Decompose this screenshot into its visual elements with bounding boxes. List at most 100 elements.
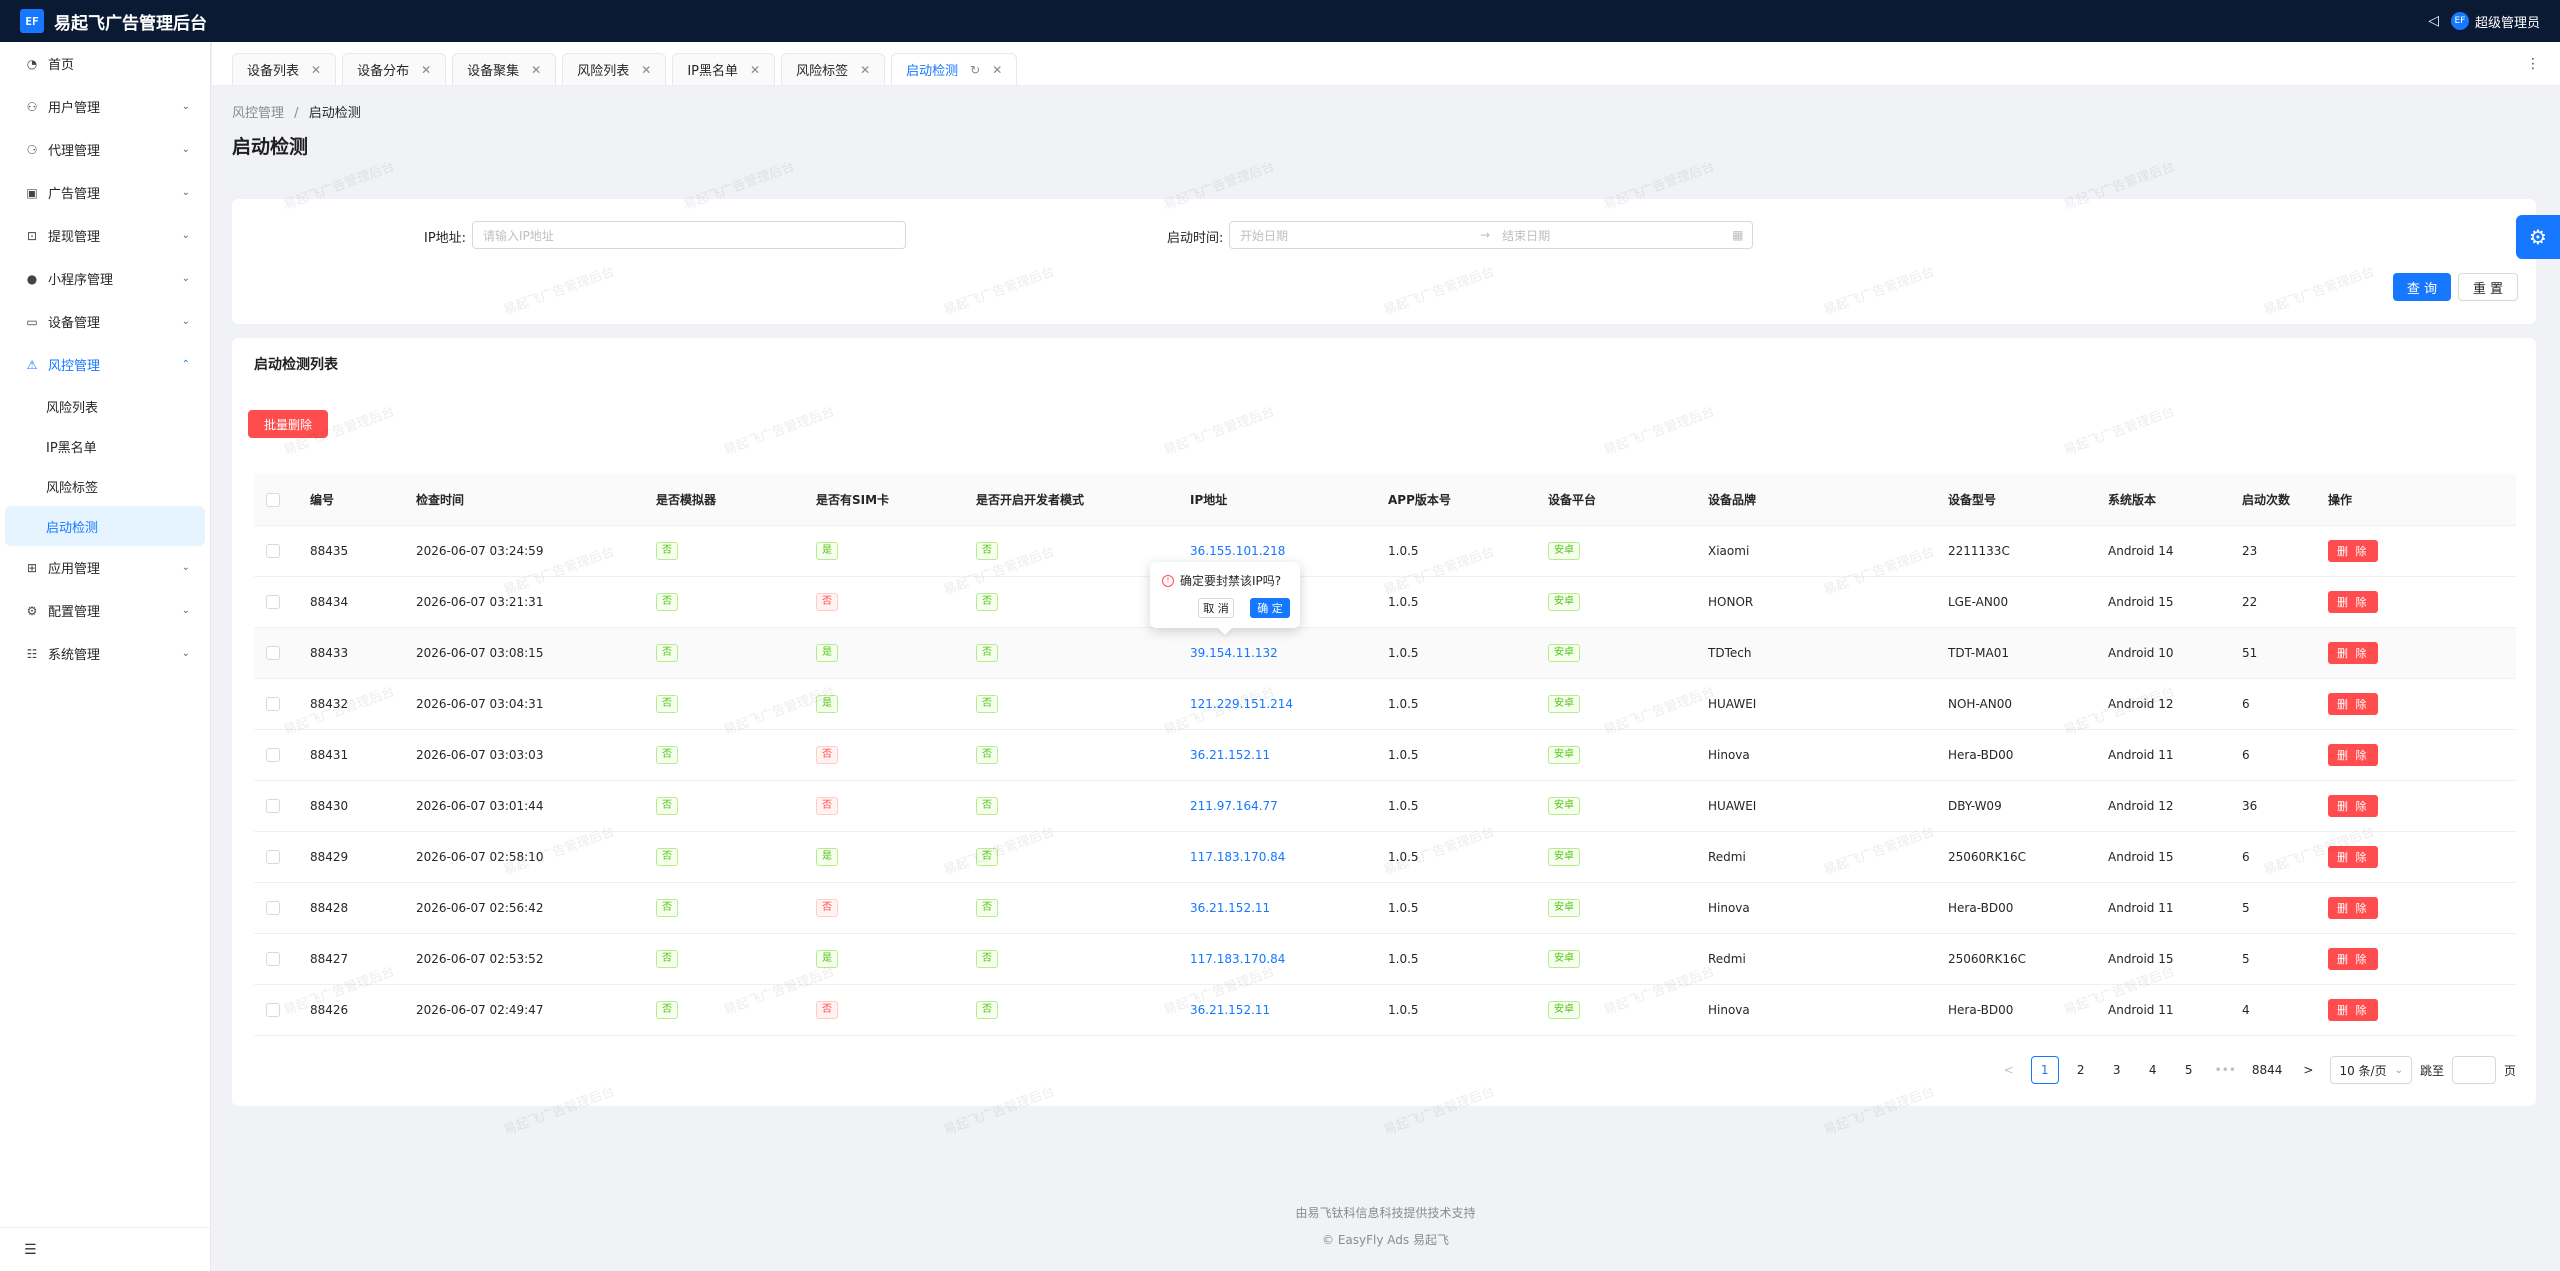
select-all-checkbox[interactable] (254, 474, 298, 526)
tab-risk-list[interactable]: 风险列表 ✕ (562, 53, 667, 85)
sidebar-item-miniapp[interactable]: ● 小程序管理 ⌄ (0, 257, 210, 300)
end-date-input[interactable]: 结束日期 (1502, 227, 1732, 244)
sidebar-item-system[interactable]: ☷ 系统管理 ⌄ (0, 632, 210, 675)
settings-float-icon[interactable]: ⚙ (2516, 215, 2560, 259)
row-checkbox[interactable] (254, 576, 298, 628)
close-icon[interactable]: ✕ (750, 63, 760, 77)
delete-button[interactable]: 删 除 (2328, 998, 2378, 1021)
ip-link[interactable]: 36.21.152.11 (1190, 1003, 1270, 1017)
row-checkbox[interactable] (254, 882, 298, 934)
close-icon[interactable]: ✕ (421, 63, 431, 77)
ip-input[interactable]: 请输入IP地址 (472, 221, 906, 249)
cell-action: 删 除 (2316, 627, 2516, 679)
page-1[interactable]: 1 (2030, 1056, 2059, 1084)
sidebar-item-risk[interactable]: ⚠ 风控管理 ⌃ (0, 343, 210, 386)
cell-brand: Hinova (1696, 729, 1936, 781)
row-checkbox[interactable] (254, 984, 298, 1036)
more-icon[interactable]: ⋮ (2526, 56, 2540, 72)
ip-link[interactable]: 36.21.152.11 (1190, 901, 1270, 915)
row-checkbox[interactable] (254, 729, 298, 781)
prev-page-button[interactable]: < (1995, 1056, 2023, 1084)
delete-button[interactable]: 删 除 (2328, 539, 2378, 562)
tab-risk-tags[interactable]: 风险标签 ✕ (781, 53, 886, 85)
sidebar-sub-launch-check[interactable]: 启动检测 (5, 506, 205, 546)
close-icon[interactable]: ✕ (311, 63, 321, 77)
notification-icon[interactable]: ◁ (2428, 13, 2439, 29)
page-4[interactable]: 4 (2139, 1056, 2167, 1084)
row-checkbox[interactable] (254, 525, 298, 577)
breadcrumb-parent[interactable]: 风控管理 (232, 106, 284, 121)
delete-button[interactable]: 删 除 (2328, 845, 2378, 868)
sidebar-item-apps[interactable]: ⊞ 应用管理 ⌄ (0, 546, 210, 589)
ip-link[interactable]: 36.155.101.218 (1190, 544, 1285, 558)
date-range-picker[interactable]: 开始日期 → 结束日期 ▦ (1229, 221, 1753, 249)
tab-device-cluster[interactable]: 设备聚集 ✕ (452, 53, 557, 85)
cell-action: 删 除 (2316, 882, 2516, 934)
close-icon[interactable]: ✕ (992, 63, 1002, 77)
row-checkbox[interactable] (254, 627, 298, 679)
delete-button[interactable]: 删 除 (2328, 896, 2378, 919)
tab-label: 设备列表 (247, 64, 300, 79)
cell-emulator: 否 (644, 831, 804, 883)
start-date-input[interactable]: 开始日期 (1240, 227, 1480, 244)
sidebar-item-devices[interactable]: ▭ 设备管理 ⌄ (0, 300, 210, 343)
platform-tag: 安卓 (1548, 592, 1580, 611)
delete-button[interactable]: 删 除 (2328, 743, 2378, 766)
jump-input[interactable] (2451, 1056, 2496, 1084)
column-header: 设备平台 (1536, 474, 1696, 526)
sidebar-item-config[interactable]: ⚙ 配置管理 ⌄ (0, 589, 210, 632)
cell-time: 2026-06-07 03:08:15 (404, 627, 644, 679)
delete-button[interactable]: 删 除 (2328, 590, 2378, 613)
delete-button[interactable]: 删 除 (2328, 641, 2378, 664)
close-icon[interactable]: ✕ (860, 63, 870, 77)
sidebar-item-agents[interactable]: ⚆ 代理管理 ⌄ (0, 128, 210, 171)
cell-time: 2026-06-07 03:04:31 (404, 678, 644, 730)
page-size-select[interactable]: 10 条/页 ⌄ (2330, 1056, 2412, 1084)
ip-link[interactable]: 36.21.152.11 (1190, 748, 1270, 762)
warning-icon: ⚠ (26, 357, 38, 372)
chevron-down-icon: ⌄ (181, 101, 190, 112)
refresh-icon[interactable]: ↻ (970, 63, 980, 77)
query-button[interactable]: 查 询 (2393, 273, 2451, 301)
page-5[interactable]: 5 (2175, 1056, 2203, 1084)
cell-platform: 安卓 (1536, 882, 1696, 934)
user-menu[interactable]: EF 超级管理员 (2450, 12, 2540, 31)
tab-device-list[interactable]: 设备列表 ✕ (232, 53, 337, 85)
search-form: IP地址: 请输入IP地址 启动时间: 开始日期 → 结束日期 ▦ 查 询 重 … (232, 199, 2536, 324)
row-checkbox[interactable] (254, 780, 298, 832)
row-checkbox[interactable] (254, 678, 298, 730)
popconfirm-ok-button[interactable]: 确 定 (1250, 598, 1290, 618)
row-checkbox[interactable] (254, 933, 298, 985)
page-last[interactable]: 8844 (2248, 1056, 2287, 1084)
delete-button[interactable]: 删 除 (2328, 794, 2378, 817)
next-page-button[interactable]: > (2294, 1056, 2322, 1084)
row-checkbox[interactable] (254, 831, 298, 883)
sidebar-sub-ip-blacklist[interactable]: IP黑名单 (0, 426, 210, 466)
close-icon[interactable]: ✕ (641, 63, 651, 77)
chevron-down-icon: ⌄ (181, 230, 190, 241)
sidebar-item-withdraw[interactable]: ⊡ 提现管理 ⌄ (0, 214, 210, 257)
tab-device-distribution[interactable]: 设备分布 ✕ (342, 53, 447, 85)
ip-link[interactable]: 117.183.170.84 (1190, 952, 1285, 966)
popconfirm-cancel-button[interactable]: 取 消 (1198, 598, 1234, 618)
reset-button[interactable]: 重 置 (2458, 273, 2518, 301)
sidebar-item-home[interactable]: ◔ 首页 (0, 42, 210, 85)
page-2[interactable]: 2 (2067, 1056, 2095, 1084)
tab-ip-blacklist[interactable]: IP黑名单 ✕ (672, 53, 776, 85)
ip-link[interactable]: 211.97.164.77 (1190, 799, 1278, 813)
page-3[interactable]: 3 (2103, 1056, 2131, 1084)
sidebar-item-ads[interactable]: ▣ 广告管理 ⌄ (0, 171, 210, 214)
delete-button[interactable]: 删 除 (2328, 947, 2378, 970)
ip-link[interactable]: 39.154.11.132 (1190, 646, 1278, 660)
delete-button[interactable]: 删 除 (2328, 692, 2378, 715)
cell-time: 2026-06-07 03:24:59 (404, 525, 644, 577)
ip-link[interactable]: 121.229.151.214 (1190, 697, 1293, 711)
sidebar-sub-risk-list[interactable]: 风险列表 (0, 386, 210, 426)
batch-delete-button[interactable]: 批量删除 (248, 410, 328, 438)
close-icon[interactable]: ✕ (531, 63, 541, 77)
sidebar-sub-risk-tags[interactable]: 风险标签 (0, 466, 210, 506)
tab-launch-check[interactable]: 启动检测 ↻ ✕ (891, 53, 1018, 85)
ip-link[interactable]: 117.183.170.84 (1190, 850, 1285, 864)
page-ellipsis[interactable]: ••• (2211, 1056, 2240, 1084)
sidebar-item-users[interactable]: ⚇ 用户管理 ⌄ (0, 85, 210, 128)
